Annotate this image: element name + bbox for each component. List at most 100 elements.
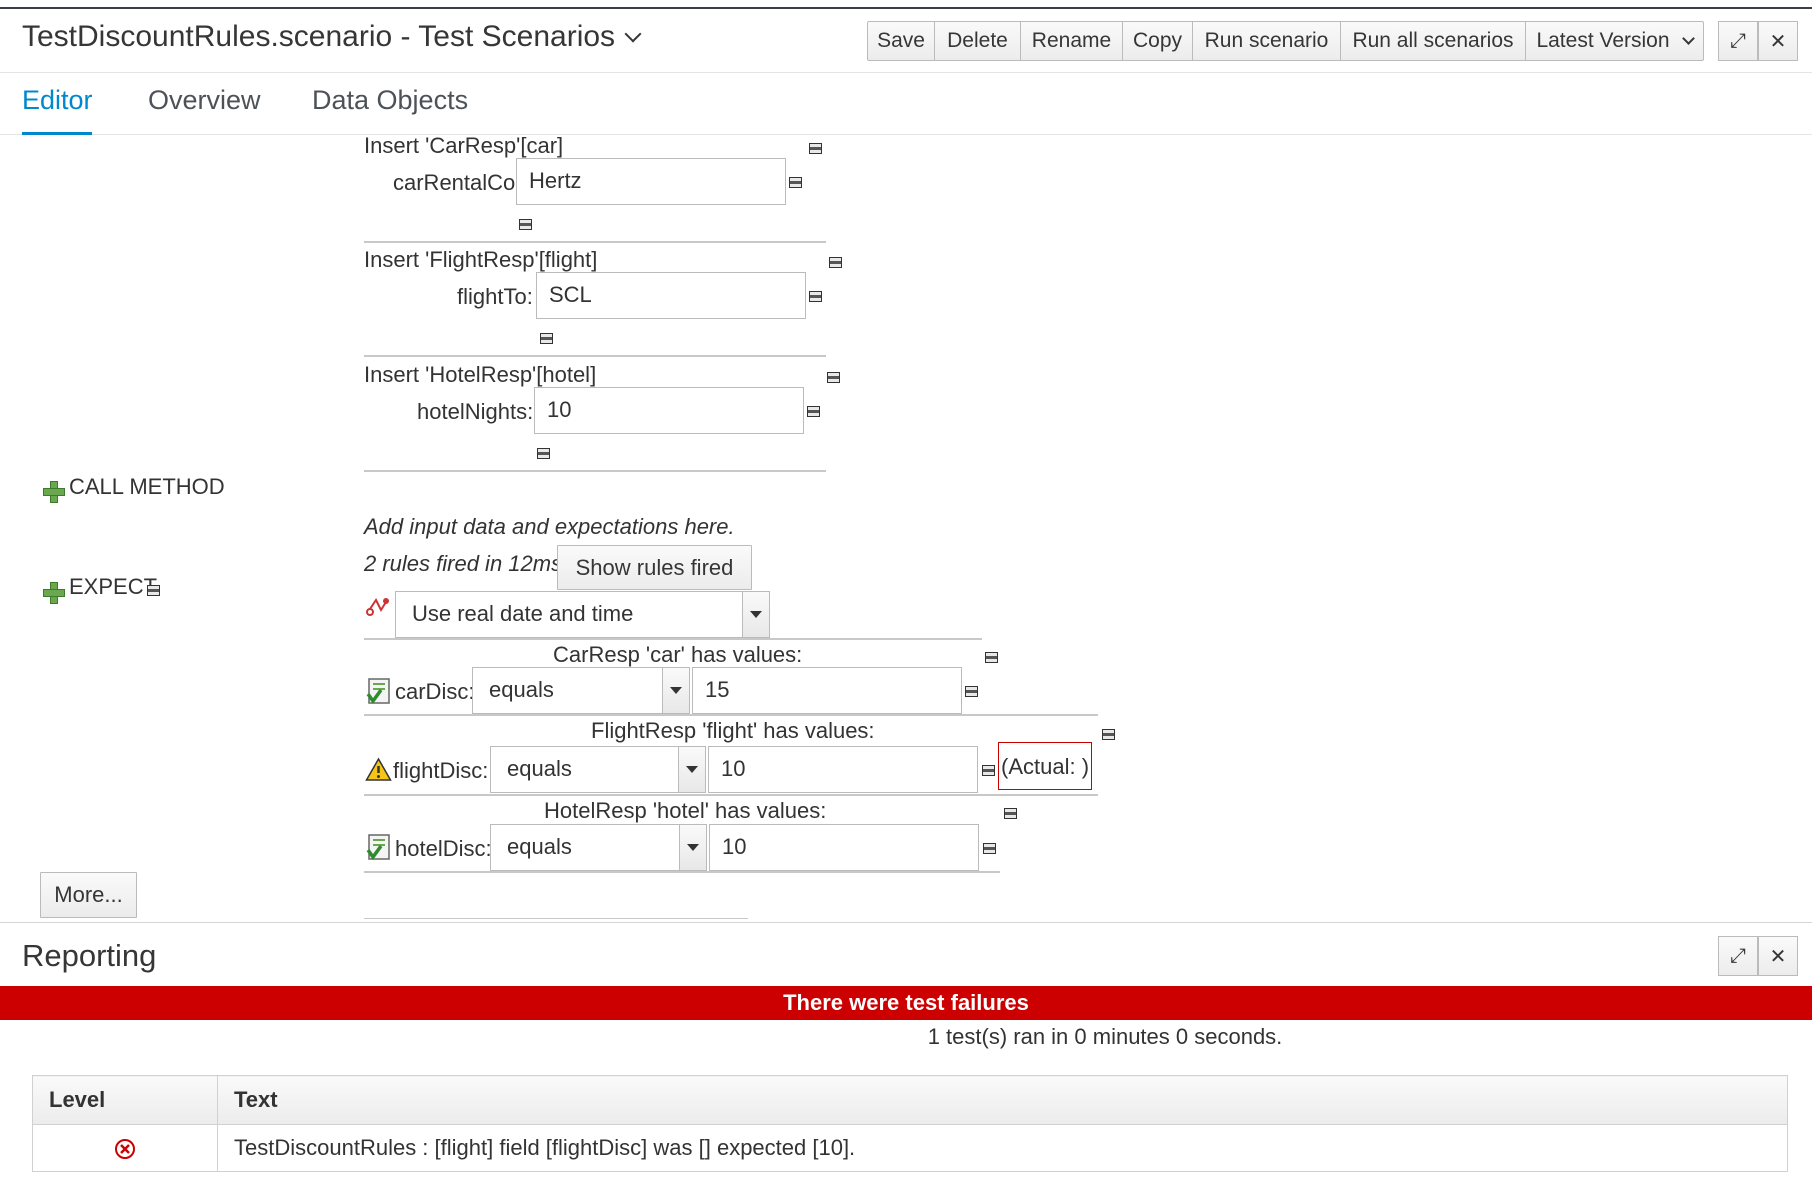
chevron-down-icon[interactable] bbox=[624, 25, 642, 43]
maximize-icon[interactable]: ⤢ bbox=[1718, 21, 1758, 61]
column-header-level: Level bbox=[32, 1075, 218, 1125]
expect-heading-hotel: HotelResp 'hotel' has values: bbox=[544, 798, 827, 823]
run-summary: 1 test(s) ran in 0 minutes 0 seconds. bbox=[927, 1024, 1283, 1049]
field-label-cardisc: carDisc: bbox=[395, 679, 475, 704]
divider bbox=[364, 794, 1098, 796]
date-mode-value: Use real date and time bbox=[412, 601, 634, 626]
divider bbox=[364, 355, 826, 357]
remove-icon[interactable] bbox=[985, 652, 998, 663]
expect-label: EXPECT bbox=[69, 574, 158, 599]
remove-icon[interactable] bbox=[1102, 729, 1115, 740]
expect-heading-flight: FlightResp 'flight' has values: bbox=[591, 718, 875, 743]
expect-heading-car: CarResp 'car' has values: bbox=[553, 642, 803, 667]
table-header-row: Level Text bbox=[32, 1075, 1788, 1125]
copy-button[interactable]: Copy bbox=[1123, 21, 1193, 61]
active-tab-indicator bbox=[22, 132, 92, 135]
error-icon bbox=[115, 1139, 135, 1160]
run-all-scenarios-button[interactable]: Run all scenarios bbox=[1341, 21, 1526, 61]
date-mode-select[interactable]: Use real date and time bbox=[395, 591, 770, 638]
operator-select-hoteldisc[interactable]: equals bbox=[490, 824, 707, 871]
tabs-divider bbox=[0, 134, 1812, 135]
hoteldisc-input[interactable]: 10 bbox=[709, 824, 979, 871]
given-heading-car: Insert 'CarResp'[car] bbox=[364, 133, 564, 158]
top-border bbox=[0, 7, 1812, 9]
warning-icon bbox=[365, 757, 392, 781]
remove-icon[interactable] bbox=[829, 257, 842, 268]
field-label-flightdisc: flightDisc: bbox=[393, 758, 489, 783]
operator-value: equals bbox=[489, 677, 554, 702]
operator-select-cardisc[interactable]: equals bbox=[472, 667, 690, 714]
divider bbox=[364, 638, 982, 640]
rules-fired-text: 2 rules fired in 12ms. bbox=[364, 551, 569, 576]
tab-overview[interactable]: Overview bbox=[148, 85, 261, 116]
version-label: Latest Version bbox=[1536, 29, 1670, 52]
close-icon[interactable]: ✕ bbox=[1758, 936, 1798, 976]
tab-data-objects[interactable]: Data Objects bbox=[312, 85, 468, 116]
check-icon bbox=[366, 678, 390, 704]
delete-button[interactable]: Delete bbox=[935, 21, 1021, 61]
add-icon[interactable] bbox=[43, 481, 65, 503]
message-cell: TestDiscountRules : [flight] field [flig… bbox=[217, 1124, 1788, 1172]
remove-icon[interactable] bbox=[540, 333, 553, 344]
carrentalco-input[interactable]: Hertz bbox=[516, 158, 786, 205]
divider bbox=[364, 918, 748, 919]
column-header-text: Text bbox=[217, 1075, 1788, 1125]
save-button[interactable]: Save bbox=[867, 21, 935, 61]
divider bbox=[364, 871, 1000, 873]
field-label-carrentalco: carRentalCo: bbox=[393, 170, 522, 195]
run-scenario-button[interactable]: Run scenario bbox=[1193, 21, 1341, 61]
divider bbox=[364, 714, 1098, 716]
remove-icon[interactable] bbox=[827, 372, 840, 383]
divider bbox=[364, 241, 826, 243]
given-heading-hotel: Insert 'HotelResp'[hotel] bbox=[364, 362, 597, 387]
rename-button[interactable]: Rename bbox=[1021, 21, 1123, 61]
add-icon[interactable] bbox=[43, 582, 65, 604]
call-method-label: CALL METHOD bbox=[69, 474, 225, 499]
field-label-flightto: flightTo: bbox=[457, 284, 533, 309]
hotelnights-input[interactable]: 10 bbox=[534, 387, 804, 434]
cardisc-input[interactable]: 15 bbox=[692, 667, 962, 714]
maximize-icon[interactable]: ⤢ bbox=[1718, 936, 1758, 976]
dropdown-arrow-icon bbox=[679, 825, 706, 870]
remove-icon[interactable] bbox=[809, 291, 822, 302]
remove-icon[interactable] bbox=[983, 843, 996, 854]
level-cell bbox=[32, 1124, 218, 1172]
remove-icon[interactable] bbox=[1004, 808, 1017, 819]
toolbar: Save Delete Rename Copy Run scenario Run… bbox=[867, 21, 1704, 61]
field-label-hotelnights: hotelNights: bbox=[417, 399, 534, 424]
dropdown-arrow-icon bbox=[742, 592, 769, 637]
field-label-hoteldisc: hotelDisc: bbox=[395, 836, 492, 861]
actual-value-error: (Actual: ) bbox=[998, 742, 1093, 790]
show-rules-fired-button[interactable]: Show rules fired bbox=[557, 545, 752, 590]
version-dropdown[interactable]: Latest Version bbox=[1526, 21, 1704, 61]
date-time-icon bbox=[366, 598, 389, 616]
remove-icon[interactable] bbox=[982, 765, 995, 776]
divider bbox=[364, 470, 826, 472]
operator-value: equals bbox=[507, 834, 572, 859]
remove-icon[interactable] bbox=[965, 686, 978, 697]
check-icon bbox=[366, 834, 390, 860]
operator-select-flightdisc[interactable]: equals bbox=[490, 746, 706, 793]
more-button[interactable]: More... bbox=[40, 872, 137, 918]
remove-icon[interactable] bbox=[147, 585, 160, 596]
flightdisc-input[interactable]: 10 bbox=[708, 746, 978, 793]
operator-value: equals bbox=[507, 756, 572, 781]
table-row: TestDiscountRules : [flight] field [flig… bbox=[32, 1124, 1788, 1172]
tab-editor[interactable]: Editor bbox=[22, 85, 93, 116]
remove-icon[interactable] bbox=[809, 143, 822, 154]
page-title[interactable]: TestDiscountRules.scenario - Test Scenar… bbox=[22, 20, 642, 54]
caret-down-icon bbox=[1681, 31, 1695, 45]
remove-icon[interactable] bbox=[537, 448, 550, 459]
given-heading-flight: Insert 'FlightResp'[flight] bbox=[364, 247, 598, 272]
flightto-input[interactable]: SCL bbox=[536, 272, 806, 319]
dropdown-arrow-icon bbox=[662, 668, 689, 713]
reporting-divider bbox=[0, 922, 1812, 923]
close-icon[interactable]: ✕ bbox=[1758, 21, 1798, 61]
dropdown-arrow-icon bbox=[678, 747, 705, 792]
remove-icon[interactable] bbox=[789, 177, 802, 188]
header-divider bbox=[0, 72, 1812, 73]
report-table: Level Text TestDiscountRules : [flight] … bbox=[32, 1075, 1788, 1172]
remove-icon[interactable] bbox=[807, 406, 820, 417]
remove-icon[interactable] bbox=[519, 219, 532, 230]
hint-text: Add input data and expectations here. bbox=[364, 514, 735, 539]
